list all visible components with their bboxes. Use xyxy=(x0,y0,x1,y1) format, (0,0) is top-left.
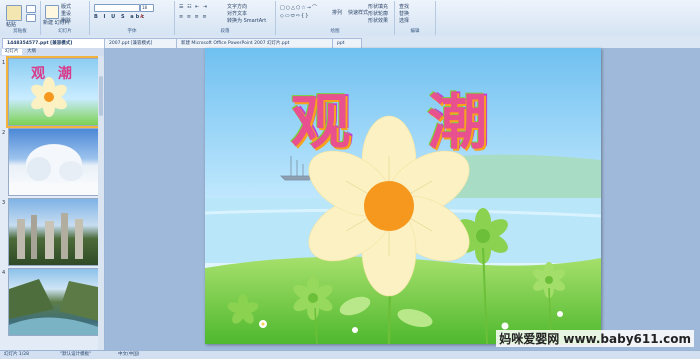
layout-button[interactable]: 版式 xyxy=(61,3,71,10)
slide-editor: 观 潮 xyxy=(105,48,700,350)
thumb-number: 1 xyxy=(2,60,6,66)
slide-title[interactable]: 观 潮 xyxy=(205,74,601,161)
group-label-editing: 编辑 xyxy=(410,29,420,34)
shape-effects-button[interactable]: 形状效果 xyxy=(368,17,388,24)
font-name-select[interactable] xyxy=(94,4,140,12)
arrange-button[interactable]: 排列 xyxy=(332,9,342,16)
paragraph-group: ☰ ☷ ⇤ ⇥ ≡ ≡ ≡ ≡ 文字方向 对齐文本 转换为 SmartArt 段… xyxy=(175,1,276,35)
ribbon: 粘贴 剪贴板 新建 幻灯片 版式 重设 删除 幻灯片 18 B I U S ab… xyxy=(0,0,700,37)
paste-icon[interactable] xyxy=(6,5,22,21)
group-label-slides: 幻灯片 xyxy=(58,29,72,34)
shape-outline-button[interactable]: 形状轮廓 xyxy=(368,10,388,17)
watermark: 妈咪爱婴网 www.baby611.com xyxy=(496,330,694,347)
tab-slides[interactable]: 幻灯片 xyxy=(2,49,22,55)
slide-thumb-3[interactable] xyxy=(8,198,99,266)
tab-outline[interactable]: 大纲 xyxy=(24,49,39,55)
align-text-button[interactable]: 对齐文本 xyxy=(227,10,247,17)
group-label-drawing: 绘图 xyxy=(330,29,340,34)
thumb-number: 2 xyxy=(2,130,6,136)
shapes-gallery[interactable]: □○△⬡☆→⌒ xyxy=(280,4,318,11)
font-size-select[interactable]: 18 xyxy=(140,4,154,12)
doc-tab-2[interactable]: 2007.ppt [兼容模式] xyxy=(104,38,182,48)
scroll-thumb[interactable] xyxy=(99,76,103,116)
thumb-flower xyxy=(31,77,67,117)
doc-tab-4[interactable]: ppt xyxy=(332,38,362,48)
clipboard-group: 粘贴 剪贴板 xyxy=(0,1,41,35)
quick-styles-button[interactable]: 快速样式 xyxy=(348,9,368,16)
find-button[interactable]: 查找 xyxy=(399,3,409,10)
group-label-clipboard: 剪贴板 xyxy=(13,29,27,34)
doc-tab-3[interactable]: 新建 Microsoft Office PowerPoint 2007 幻灯片.… xyxy=(176,38,338,48)
shape-fill-button[interactable]: 形状填充 xyxy=(368,3,388,10)
font-group: 18 B I U S abc A 字体 xyxy=(90,1,175,35)
thumb-river-gorge xyxy=(9,279,98,335)
list-buttons[interactable]: ☰ ☷ ⇤ ⇥ xyxy=(179,4,208,10)
thumb-snow-tree xyxy=(9,144,98,195)
replace-button[interactable]: 替换 xyxy=(399,10,409,17)
text-direction-button[interactable]: 文字方向 xyxy=(227,3,247,10)
reset-button[interactable]: 重设 xyxy=(61,10,71,17)
doc-tab-1[interactable]: 1448354577.ppt [兼容模式] xyxy=(2,38,107,48)
slides-panel: 幻灯片 大纲 1 观 潮 2 3 4 xyxy=(0,48,105,350)
drawing-group: □○△⬡☆→⌒ ◇▭⬭⇨{} 排列 快速样式 形状填充 形状轮廓 形状效果 绘图 xyxy=(276,1,395,35)
slide-thumb-1[interactable]: 观 潮 xyxy=(6,56,101,128)
slide-thumb-4[interactable] xyxy=(8,268,99,336)
cut-icon[interactable] xyxy=(26,5,36,13)
smartart-button[interactable]: 转换为 SmartArt xyxy=(227,17,266,24)
font-color-icon[interactable]: A xyxy=(140,14,143,20)
editing-group: 查找 替换 选择 编辑 xyxy=(395,1,436,35)
paste-button[interactable]: 粘贴 xyxy=(6,21,16,28)
font-size-value: 18 xyxy=(142,5,148,10)
group-label-font: 字体 xyxy=(127,29,137,34)
select-button[interactable]: 选择 xyxy=(399,17,409,24)
align-buttons[interactable]: ≡ ≡ ≡ ≡ xyxy=(179,14,208,20)
font-format-buttons[interactable]: B I U S abc xyxy=(94,14,146,20)
panel-tabs: 幻灯片 大纲 xyxy=(0,48,104,56)
group-label-paragraph: 段落 xyxy=(220,29,230,34)
thumb-number: 3 xyxy=(2,200,6,206)
delete-button[interactable]: 删除 xyxy=(61,17,71,24)
panel-scrollbar[interactable] xyxy=(98,56,104,350)
slides-group: 新建 幻灯片 版式 重设 删除 幻灯片 xyxy=(41,1,90,35)
slide-canvas[interactable]: 观 潮 xyxy=(205,48,601,344)
thumb-stone-forest xyxy=(17,213,83,259)
copy-icon[interactable] xyxy=(26,14,36,22)
shapes-gallery-row2[interactable]: ◇▭⬭⇨{} xyxy=(280,13,309,19)
thumb-number: 4 xyxy=(2,270,6,276)
new-slide-icon[interactable] xyxy=(45,5,59,19)
slide-thumb-2[interactable] xyxy=(8,128,99,196)
